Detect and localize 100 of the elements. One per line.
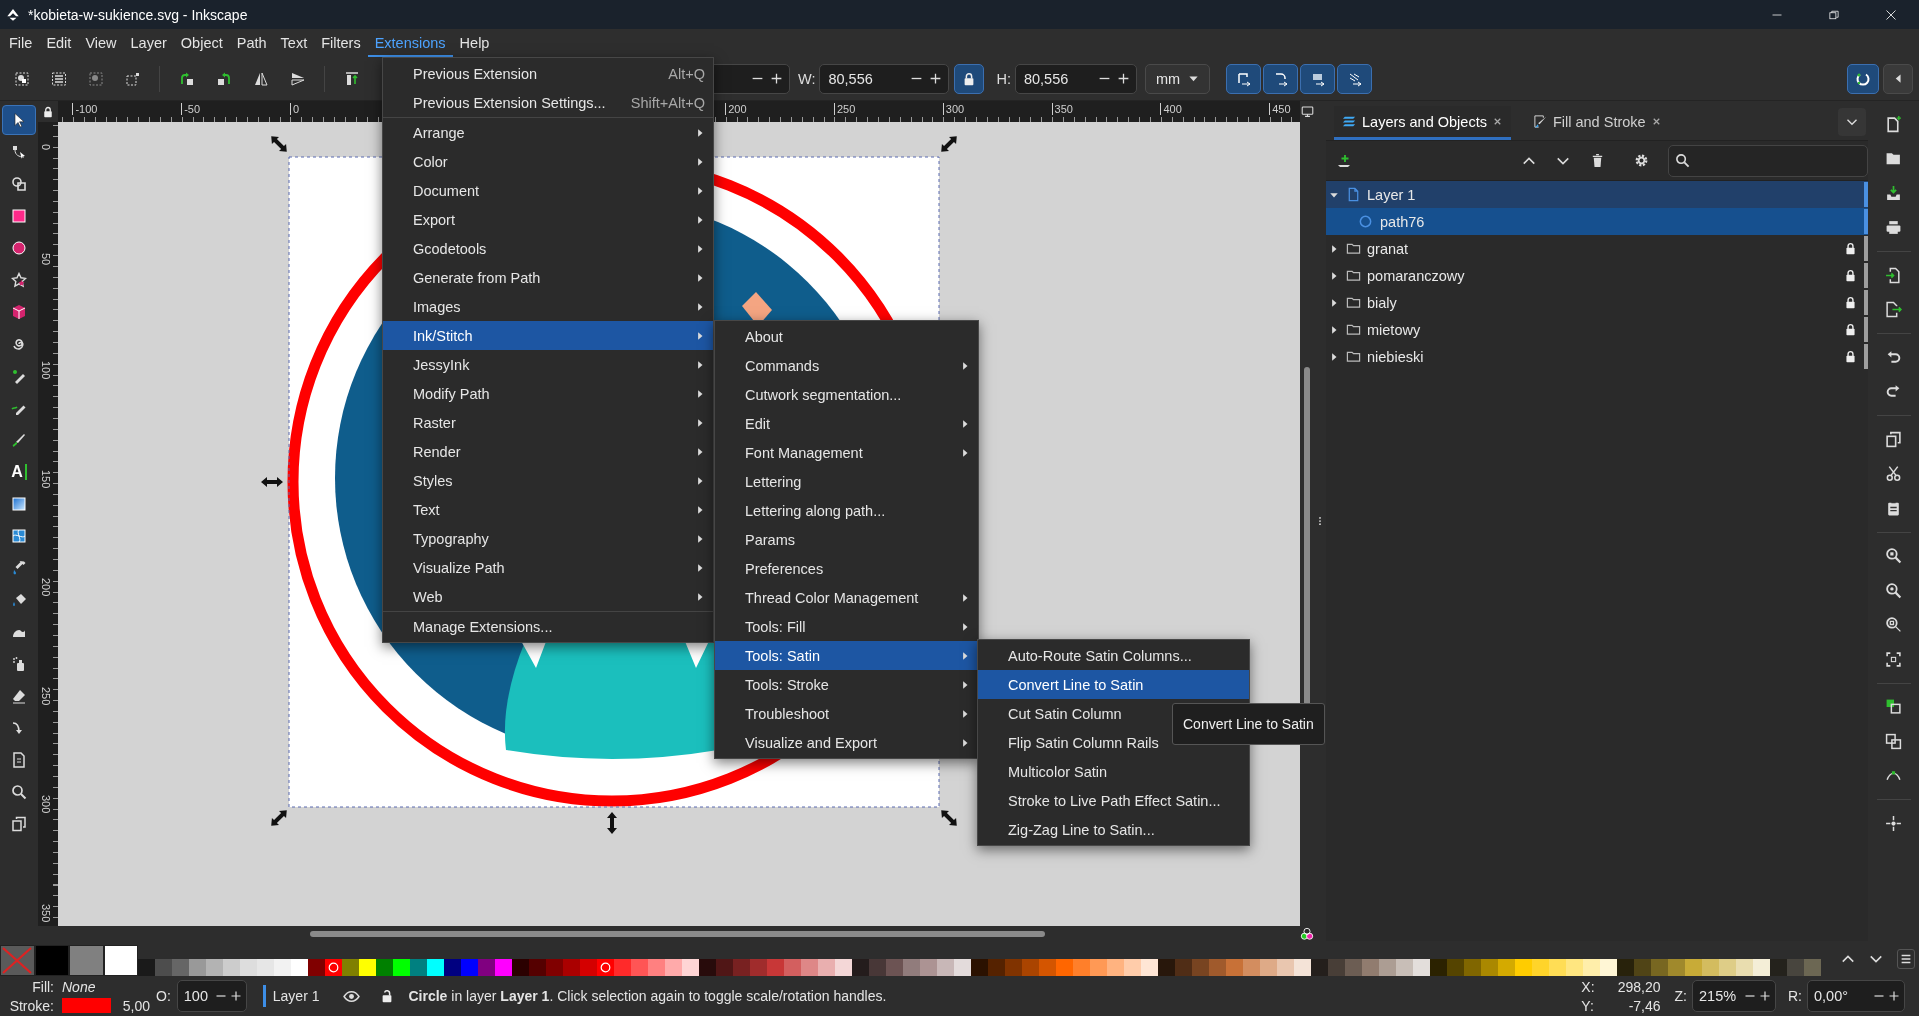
width-label: W:	[798, 70, 816, 87]
rotation-label: R:	[1788, 988, 1802, 1004]
menu-item[interactable]: Preferences	[715, 554, 978, 583]
opacity-label: O:	[156, 988, 171, 1004]
menu-item[interactable]: Tools: Stroke	[715, 670, 978, 699]
menu-item[interactable]: Filters	[314, 29, 368, 57]
tree-item[interactable]: bialy	[1326, 289, 1868, 316]
menu-item[interactable]: Edit	[39, 29, 79, 57]
menu-item[interactable]: Extensions	[367, 29, 453, 57]
menu-item[interactable]: Edit	[715, 409, 978, 438]
height-label: H:	[996, 70, 1011, 87]
x-label: X:	[1581, 978, 1595, 995]
menu-item[interactable]: Generate from Path	[383, 263, 713, 292]
menu-item[interactable]: Visualize Path	[383, 553, 713, 582]
menu-item[interactable]: Text	[273, 29, 315, 57]
height-field[interactable]: 80,556	[1015, 69, 1092, 88]
menu-item[interactable]: Manage Extensions...	[383, 612, 713, 641]
ruler-label: 350	[1051, 103, 1073, 115]
menu-item[interactable]: About	[715, 322, 978, 351]
menu-item[interactable]: Gcodetools	[383, 234, 713, 263]
menu-item[interactable]: Raster	[383, 408, 713, 437]
menu-item[interactable]: Troubleshoot	[715, 699, 978, 728]
spin-box[interactable]: 0,00°	[1807, 980, 1905, 1012]
fill-label: Fill:	[31, 978, 54, 995]
ruler-label: 450	[1269, 103, 1291, 115]
tree-item[interactable]: mietowy	[1326, 316, 1868, 343]
menu-item[interactable]: Previous Extension Settings... Shift+Alt+Q	[383, 88, 713, 117]
unit-dropdown[interactable]: mm	[1144, 63, 1211, 94]
menu-item[interactable]: Path	[229, 29, 274, 57]
menu-item[interactable]: File	[2, 29, 40, 57]
ruler-label: 400	[1160, 103, 1182, 115]
menu-item[interactable]: Document	[383, 176, 713, 205]
menu-item[interactable]: Visualize and Export	[715, 728, 978, 757]
spin-box[interactable]: 80,556	[819, 63, 950, 94]
menu-item[interactable]: Images	[383, 292, 713, 321]
menu-item[interactable]: View	[78, 29, 124, 57]
menu-item[interactable]: Text	[383, 495, 713, 524]
ruler-label: 300	[40, 795, 52, 814]
zoom-label: Z:	[1674, 988, 1687, 1004]
fill-value: None	[62, 978, 97, 995]
opacity-field[interactable]: 100	[177, 987, 212, 1005]
stroke-label: Stroke:	[8, 997, 54, 1014]
menu-item[interactable]: Modify Path	[383, 379, 713, 408]
menu-item[interactable]: Export	[383, 205, 713, 234]
ruler-label: 50	[40, 252, 52, 265]
menu-item[interactable]: Web	[383, 582, 713, 611]
width-field[interactable]: 80,556	[820, 69, 905, 88]
ruler-label: 0	[40, 144, 52, 151]
shortcut-label: Shift+Alt+Q	[630, 94, 705, 111]
tree-item[interactable]: path76	[1326, 208, 1868, 235]
tree-item[interactable]: granat	[1326, 235, 1868, 262]
window-title: *kobieta-w-sukience.svg - Inkscape	[28, 6, 248, 23]
x-value: 298,20	[1616, 978, 1661, 995]
ruler-label: 350	[40, 903, 52, 922]
menu-item[interactable]: Convert Line to Satin	[978, 670, 1249, 699]
shortcut-label: Alt+Q	[668, 65, 705, 82]
ruler-label: 200	[725, 103, 747, 115]
menu-item[interactable]: Arrange	[383, 118, 713, 147]
ruler-label: -100	[72, 103, 98, 115]
tab[interactable]: Fill and Stroke	[1524, 106, 1670, 140]
menu-item[interactable]: Layer	[123, 29, 174, 57]
menu-item[interactable]: Tools: Satin	[715, 641, 978, 670]
menu-item[interactable]: Lettering	[715, 467, 978, 496]
menu-item[interactable]: Auto-Route Satin Columns...	[978, 641, 1249, 670]
menu-item[interactable]: Commands	[715, 351, 978, 380]
spin-box[interactable]: 215%	[1692, 980, 1776, 1012]
stroke-width: 5,00	[121, 997, 150, 1014]
menu-item[interactable]: Zig-Zag Line to Satin...	[978, 815, 1249, 844]
y-value: -7,46	[1627, 997, 1661, 1014]
menu-item[interactable]: Color	[383, 147, 713, 176]
ruler-label: 200	[40, 578, 52, 597]
spin-box[interactable]: 80,556	[1014, 63, 1137, 94]
ruler-label: 150	[40, 469, 52, 488]
menu-item[interactable]: Thread Color Management	[715, 583, 978, 612]
ruler-label: 0	[290, 103, 300, 115]
spin-box[interactable]: 100	[176, 980, 247, 1012]
menu-item[interactable]: Multicolor Satin	[978, 757, 1249, 786]
layer-dropdown[interactable]: Layer 1	[272, 988, 320, 1004]
tree-item[interactable]: pomaranczowy	[1326, 262, 1868, 289]
rotation-field[interactable]: 0,00°	[1808, 987, 1870, 1005]
ruler-label: 100	[40, 361, 52, 380]
menu-item[interactable]: Stroke to Live Path Effect Satin...	[978, 786, 1249, 815]
menu-item[interactable]: Params	[715, 525, 978, 554]
tree-item[interactable]: niebieski	[1326, 343, 1868, 370]
menu-item[interactable]: Render	[383, 437, 713, 466]
menu-item[interactable]: JessyInk	[383, 350, 713, 379]
menu-item[interactable]: Help	[452, 29, 497, 57]
menu-item[interactable]: Styles	[383, 466, 713, 495]
menu-item[interactable]: Object	[173, 29, 230, 57]
menu-item[interactable]: Typography	[383, 524, 713, 553]
text-tool[interactable]: A	[2, 457, 36, 487]
menu-item[interactable]: Lettering along path...	[715, 496, 978, 525]
tree-item[interactable]: Layer 1	[1326, 181, 1868, 208]
menu-item[interactable]: Cutwork segmentation...	[715, 380, 978, 409]
menu-item[interactable]: Tools: Fill	[715, 612, 978, 641]
menu-item[interactable]: Previous Extension Alt+Q	[383, 59, 713, 88]
menu-item[interactable]: Font Management	[715, 438, 978, 467]
menu-item[interactable]: Ink/Stitch	[383, 321, 713, 350]
y-label: Y:	[1581, 997, 1595, 1014]
zoom-field[interactable]: 215%	[1693, 987, 1741, 1005]
